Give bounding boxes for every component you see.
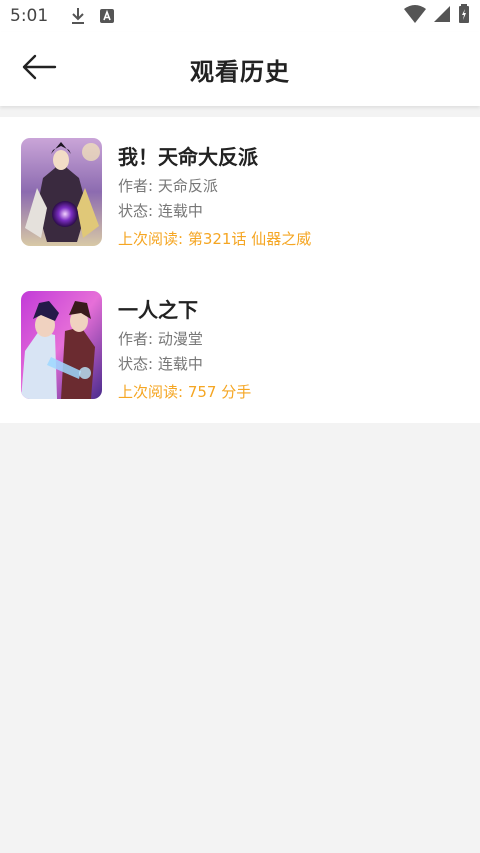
signal-icon (434, 5, 450, 27)
comic-title: 我！天命大反派 (118, 145, 258, 169)
battery-icon (458, 4, 470, 28)
comic-status: 状态: 连载中 (118, 355, 203, 373)
comic-title: 一人之下 (118, 298, 198, 322)
history-item-1[interactable]: 我！天命大反派 作者: 天命反派 状态: 连载中 上次阅读: 第321话 仙器之… (0, 117, 480, 270)
status-time: 5:01 (10, 6, 49, 26)
comic-cover[interactable] (21, 138, 102, 246)
back-arrow-icon (21, 54, 57, 84)
a-notification-icon (100, 9, 115, 23)
page-title: 观看历史 (190, 57, 290, 86)
comic-author: 作者: 天命反派 (118, 177, 218, 195)
comic-cover[interactable] (21, 291, 102, 399)
history-list: 我！天命大反派 作者: 天命反派 状态: 连载中 上次阅读: 第321话 仙器之… (0, 117, 480, 423)
last-read-chapter: 上次阅读: 757 分手 (118, 383, 252, 401)
history-item-2[interactable]: 一人之下 作者: 动漫堂 状态: 连载中 上次阅读: 757 分手 (0, 270, 480, 423)
status-bar: 5:01 (0, 0, 480, 32)
app-bar: 观看历史 (0, 32, 480, 106)
download-icon (70, 7, 86, 25)
wifi-icon (404, 5, 426, 27)
back-button[interactable] (16, 46, 62, 92)
comic-status: 状态: 连载中 (118, 202, 203, 220)
comic-author: 作者: 动漫堂 (118, 330, 203, 348)
last-read-chapter: 上次阅读: 第321话 仙器之威 (118, 230, 312, 248)
